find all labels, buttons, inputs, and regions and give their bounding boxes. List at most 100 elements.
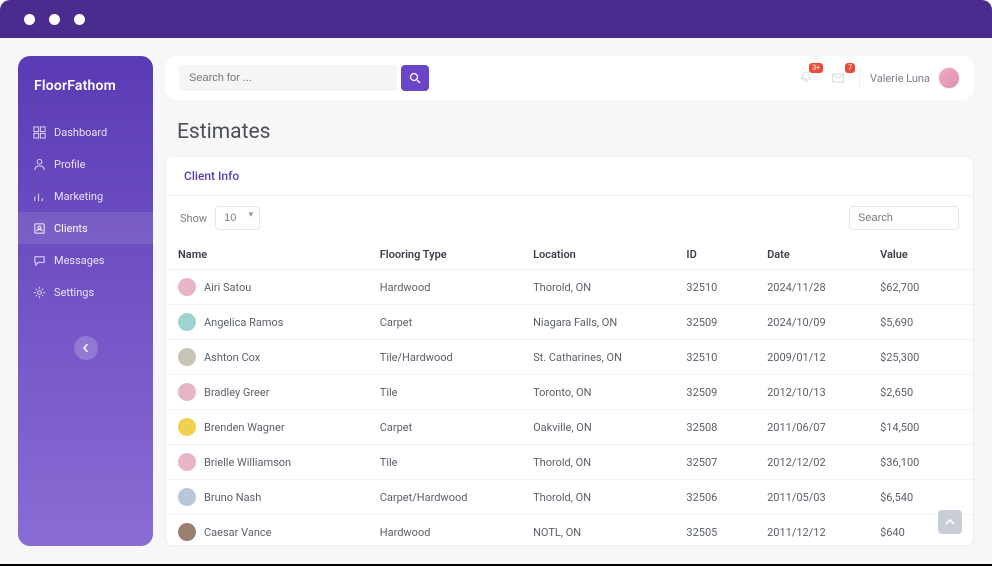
date: 2011/12/12 [755,515,868,546]
column-header[interactable]: Flooring Type [368,240,521,270]
table-controls: Show 10 [166,196,973,240]
column-header[interactable]: Date [755,240,868,270]
date: 2011/05/03 [755,480,868,515]
clients-icon [32,221,46,235]
clients-table: NameFlooring TypeLocationIDDateValue Air… [166,240,973,545]
messages-badge: 7 [845,63,855,73]
value: $25,300 [868,340,973,375]
sidebar-item-messages[interactable]: Messages [18,244,153,276]
search-button[interactable] [401,65,429,91]
client-name: Airi Satou [204,281,251,294]
client-id: 32508 [674,410,755,445]
value: $62,700 [868,270,973,305]
notifications-button[interactable]: 3+ [795,67,817,89]
window-dot[interactable] [24,14,35,25]
bell-icon [799,71,813,85]
value: $14,500 [868,410,973,445]
date: 2009/01/12 [755,340,868,375]
flooring-type: Tile/Hardwood [368,340,521,375]
location: Niagara Falls, ON [521,305,674,340]
date: 2012/12/02 [755,445,868,480]
avatar [178,313,196,331]
sidebar-item-marketing[interactable]: Marketing [18,180,153,212]
avatar [178,418,196,436]
flooring-type: Carpet [368,305,521,340]
flooring-type: Carpet/Hardwood [368,480,521,515]
sidebar-item-label: Clients [54,222,88,235]
brand-logo: FloorFathom [18,78,153,94]
table-row[interactable]: Airi SatouHardwoodThorold, ON325102024/1… [166,270,973,305]
table-row[interactable]: Caesar VanceHardwoodNOTL, ON325052011/12… [166,515,973,546]
sidebar-item-clients[interactable]: Clients [18,212,153,244]
location: NOTL, ON [521,515,674,546]
search-input[interactable] [179,65,397,91]
client-name: Brenden Wagner [204,421,285,434]
location: Toronto, ON [521,375,674,410]
sidebar-item-label: Profile [54,158,85,171]
client-id: 32506 [674,480,755,515]
location: Thorold, ON [521,270,674,305]
sidebar-item-label: Settings [54,286,94,299]
date: 2011/06/07 [755,410,868,445]
table-row[interactable]: Brenden Wagner CarpetOakville, ON32508201… [166,410,973,445]
location: Oakville, ON [521,410,674,445]
avatar [178,453,196,471]
avatar [178,383,196,401]
flooring-type: Tile [368,375,521,410]
global-search [179,65,429,91]
sidebar-item-label: Messages [54,254,104,267]
client-id: 32510 [674,270,755,305]
sidebar-item-settings[interactable]: Settings [18,276,153,308]
column-header[interactable]: Name [166,240,368,270]
value: $5,690 [868,305,973,340]
location: Thorold, ON [521,445,674,480]
table-search-input[interactable] [849,206,959,230]
location: Thorold, ON [521,480,674,515]
sidebar-item-dashboard[interactable]: Dashboard [18,116,153,148]
location: St. Catharines, ON [521,340,674,375]
client-name: Brielle Williamson [204,456,291,469]
table-row[interactable]: Ashton Cox Tile/HardwoodSt. Catharines, O… [166,340,973,375]
table-row[interactable]: Bradley GreerTileToronto, ON325092012/10… [166,375,973,410]
client-name: Ashton Cox [204,351,260,364]
window-dot[interactable] [74,14,85,25]
sidebar-item-profile[interactable]: Profile [18,148,153,180]
chevron-left-icon [82,344,90,352]
value: $2,650 [868,375,973,410]
browser-titlebar [0,0,992,38]
avatar [178,488,196,506]
main-area: 3+ 7 Valerie Luna Estimates Client Info … [153,56,974,546]
sidebar-item-label: Dashboard [54,126,107,139]
user-name: Valerie Luna [870,72,930,85]
table-row[interactable]: Bruno Nash Carpet/HardwoodThorold, ON3250… [166,480,973,515]
date: 2024/11/28 [755,270,868,305]
chevron-up-icon [945,517,955,527]
card-header: Client Info [166,157,973,196]
sidebar-item-label: Marketing [54,190,103,203]
browser-frame: FloorFathom Dashboard Profile Marketing Cli… [0,0,992,566]
sidebar-collapse-button[interactable] [74,336,98,360]
page-title: Estimates [153,106,974,156]
page-size-select[interactable]: 10 [215,206,260,230]
client-name: Angelica Ramos [204,316,283,329]
client-name: Bruno Nash [204,491,261,504]
table-row[interactable]: Angelica RamosCarpetNiagara Falls, ON325… [166,305,973,340]
flooring-type: Carpet [368,410,521,445]
column-header[interactable]: Location [521,240,674,270]
avatar [178,278,196,296]
messages-button[interactable]: 7 [827,67,849,89]
client-id: 32509 [674,375,755,410]
scroll-to-top-button[interactable] [938,510,962,534]
user-menu[interactable]: Valerie Luna [870,67,960,89]
chat-icon [32,253,46,267]
column-header[interactable]: Value [868,240,973,270]
chart-icon [32,189,46,203]
client-id: 32510 [674,340,755,375]
window-dot[interactable] [49,14,60,25]
table-row[interactable]: Brielle WilliamsonTileThorold, ON3250720… [166,445,973,480]
show-label: Show [180,212,207,225]
column-header[interactable]: ID [674,240,755,270]
gear-icon [32,285,46,299]
topbar: 3+ 7 Valerie Luna [165,56,974,100]
date: 2024/10/09 [755,305,868,340]
